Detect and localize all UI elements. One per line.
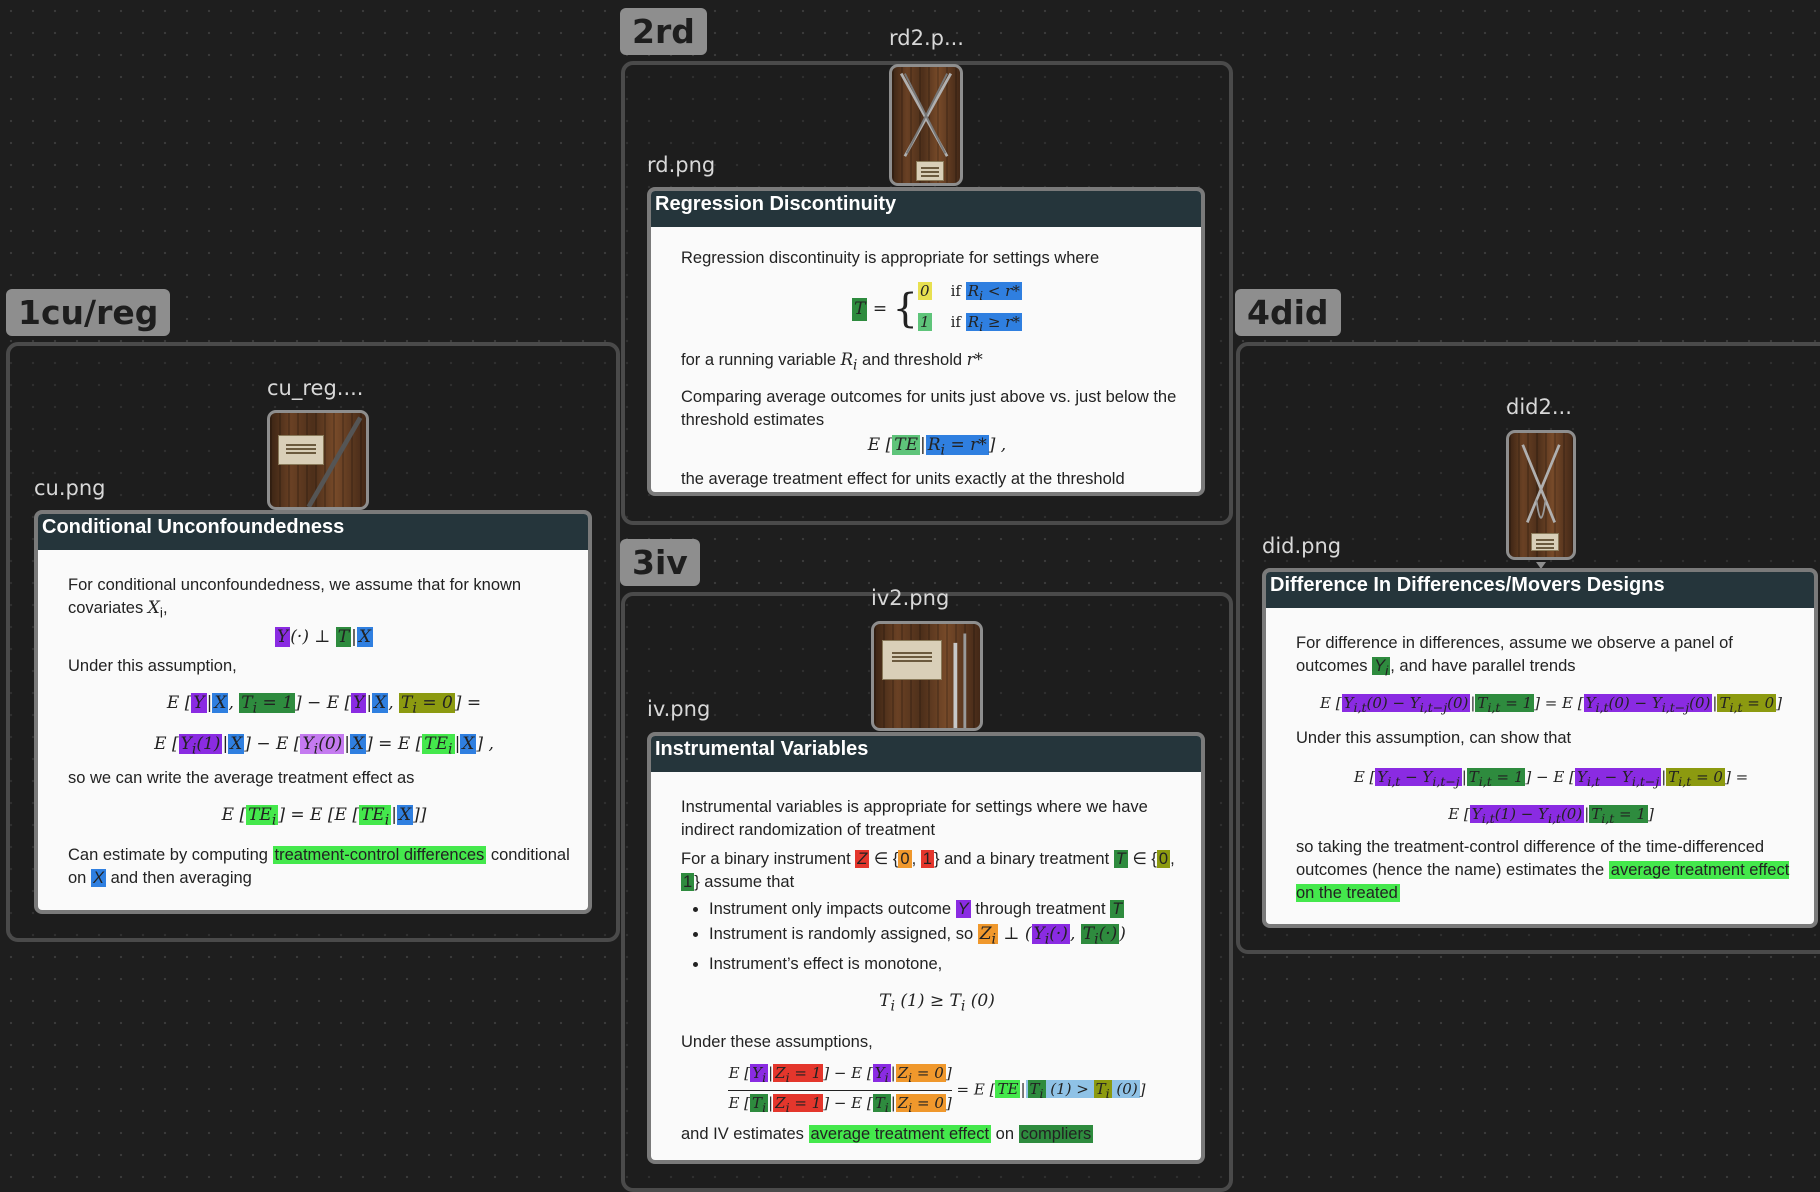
did-paragraph-3: so taking the treatment-control differen… bbox=[1296, 838, 1790, 903]
iv-assumption-list: Instrument only impacts outcome Y throug… bbox=[681, 898, 1193, 976]
did-equation-1: E [Yi,t(0) − Yi,t−j(0) | Ti,t = 1] = E [Yi… bbox=[1320, 694, 1782, 716]
cu-equation-1: Y (·) ⊥ T | X bbox=[275, 627, 373, 648]
iv-equation-1: Ti (1) ≥ Ti (0) bbox=[879, 991, 995, 1015]
rd-paragraph-2: for a running variable Ri and threshold … bbox=[681, 350, 983, 374]
plaque-icon bbox=[916, 161, 944, 181]
rod-icon bbox=[306, 416, 363, 507]
rd-equation-2: E [TE | Ri = r*] , bbox=[867, 435, 1007, 459]
card-body: Regression discontinuity is appropriate … bbox=[681, 247, 1193, 492]
file-label-cu-card: cu.png bbox=[34, 476, 106, 500]
card-title: Regression Discontinuity bbox=[651, 191, 1201, 227]
cu-equation-3: E [Yi(1) | X] − E [Yi(0) | X] = E [TEi | X] , bbox=[154, 733, 494, 758]
card-difference-in-differences[interactable]: Difference In Differences/Movers Designs… bbox=[1262, 568, 1818, 928]
group-label-cu[interactable]: 1cu/reg bbox=[6, 289, 171, 336]
iv-paragraph-2: For a binary instrument Z ∈ {0, 1} and a… bbox=[681, 850, 1175, 891]
thumbnail-cu-reg[interactable] bbox=[267, 410, 369, 510]
iv-paragraph-1: Instrumental variables is appropriate fo… bbox=[681, 798, 1148, 839]
cu-paragraph-1: For conditional unconfoundedness, we ass… bbox=[68, 576, 522, 621]
plaque-icon bbox=[1531, 533, 1559, 551]
thumbnail-did2[interactable] bbox=[1506, 430, 1576, 560]
group-label-rd[interactable]: 2rd bbox=[620, 8, 707, 55]
did-paragraph-1: For difference in differences, assume we… bbox=[1296, 634, 1733, 679]
iv-paragraph-3: Under these assumptions, bbox=[681, 1032, 873, 1051]
card-regression-discontinuity[interactable]: Regression Discontinuity Regression disc… bbox=[647, 187, 1205, 496]
file-label-rd-thumb: rd2.p... bbox=[889, 26, 964, 50]
file-label-did-card: did.png bbox=[1262, 534, 1342, 558]
iv-equation-2: E [Yi | Zi = 1] − E [Yi | Zi = 0] E [Ti | Zi =… bbox=[728, 1063, 1146, 1115]
card-conditional-unconfoundedness[interactable]: Conditional Unconfoundedness For conditi… bbox=[34, 510, 592, 914]
group-label-did[interactable]: 4did bbox=[1235, 289, 1341, 336]
card-title: Conditional Unconfoundedness bbox=[38, 514, 588, 550]
did-equation-2: E [Yi,t − Yi,t−j | Ti,t = 1] − E [Yi,t − Y… bbox=[1353, 768, 1749, 790]
file-label-rd-card: rd.png bbox=[647, 153, 716, 177]
card-title: Difference In Differences/Movers Designs bbox=[1266, 572, 1814, 608]
file-label-cu-thumb: cu_reg.... bbox=[267, 376, 364, 400]
rd-paragraph-3: Comparing average outcomes for units jus… bbox=[681, 388, 1177, 430]
card-title: Instrumental Variables bbox=[651, 736, 1201, 772]
iv-bullet-2: Instrument is randomly assigned, so Zi ⊥… bbox=[709, 923, 1193, 951]
cu-equation-2: E [Y | X, Ti = 1] − E [Y | X, Ti = 0] = bbox=[166, 693, 482, 717]
cu-paragraph-3: so we can write the average treatment ef… bbox=[68, 769, 415, 788]
group-label-iv[interactable]: 3iv bbox=[620, 539, 700, 586]
card-body: For conditional unconfoundedness, we ass… bbox=[68, 574, 580, 910]
rods-icon bbox=[953, 633, 967, 728]
card-body: Instrumental variables is appropriate fo… bbox=[681, 796, 1193, 1160]
thumbnail-iv2[interactable] bbox=[871, 621, 983, 731]
iv-paragraph-4: and IV estimates average treatment effec… bbox=[681, 1124, 1094, 1143]
file-label-iv-card: iv.png bbox=[647, 697, 711, 721]
thumbnail-rd2[interactable] bbox=[889, 64, 963, 186]
iv-bullet-1: Instrument only impacts outcome Y throug… bbox=[709, 898, 1193, 921]
cu-paragraph-4: Can estimate by computing treatment-cont… bbox=[68, 846, 570, 888]
cu-paragraph-2: Under this assumption, bbox=[68, 657, 237, 676]
card-body: For difference in differences, assume we… bbox=[1296, 632, 1806, 924]
card-instrumental-variables[interactable]: Instrumental Variables Instrumental vari… bbox=[647, 732, 1205, 1164]
file-label-did-thumb: did2... bbox=[1506, 395, 1572, 419]
rd-equation-1: T = { 0 if Ri < r* 1 if Ri ≥ r* bbox=[852, 282, 1022, 334]
file-label-iv-thumb: iv2.png bbox=[871, 586, 950, 610]
did-paragraph-2: Under this assumption, can show that bbox=[1296, 729, 1572, 748]
iv-bullet-3: Instrument’s effect is monotone, bbox=[709, 953, 1193, 976]
rd-paragraph-1: Regression discontinuity is appropriate … bbox=[681, 249, 1100, 267]
rd-paragraph-4: the average treatment effect for units e… bbox=[681, 469, 1125, 488]
did-equation-3: E [Yi,t(1) − Yi,t(0) | Ti,t = 1] bbox=[1448, 805, 1654, 827]
cu-equation-4: E [TEi] = E [E [TEi | X]] bbox=[221, 805, 427, 829]
